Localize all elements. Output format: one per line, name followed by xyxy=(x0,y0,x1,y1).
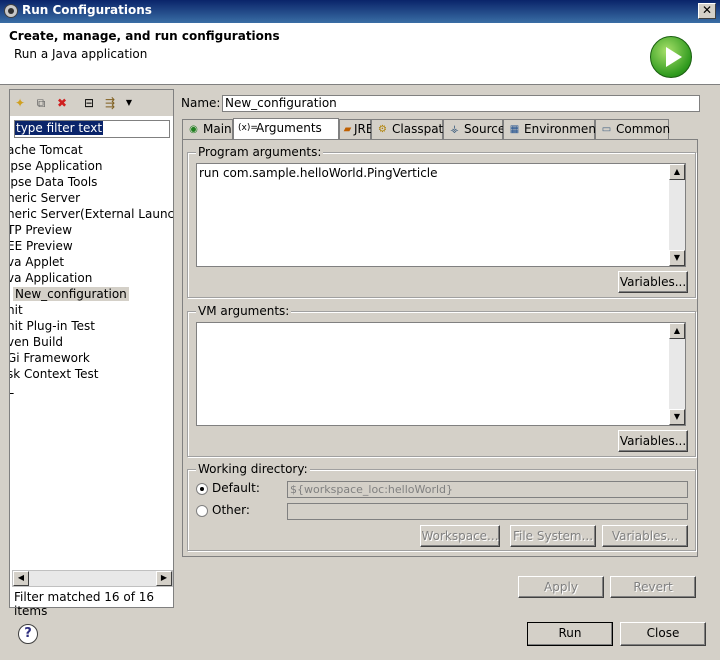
title-bar: Run Configurations xyxy=(0,0,720,23)
window-title: Run Configurations xyxy=(22,3,152,17)
tab-label: Environment xyxy=(524,122,601,136)
program-arguments-scrollbar[interactable]: ▲ ▼ xyxy=(669,164,685,266)
main-tab-icon: ◉ xyxy=(189,124,198,135)
scroll-up-icon[interactable]: ▲ xyxy=(669,164,685,180)
tree-item[interactable]: ipse Data Tools xyxy=(10,174,173,190)
tab-label: Source xyxy=(464,122,506,136)
filter-icon[interactable]: ⇶ xyxy=(103,96,117,110)
default-label: Default: xyxy=(212,481,260,495)
tree-item[interactable]: va Application xyxy=(10,270,173,286)
filter-text: type filter text xyxy=(15,121,104,135)
arguments-tab-icon: (x)= xyxy=(238,123,258,133)
environment-tab-icon: ▦ xyxy=(509,124,520,135)
name-label: Name: xyxy=(181,96,221,110)
tree-item[interactable]: ipse Application xyxy=(10,158,173,174)
program-arguments-text: run com.sample.helloWorld.PingVerticle xyxy=(199,166,438,180)
program-arguments-label: Program arguments: xyxy=(196,145,324,159)
tree-item[interactable]: va Applet xyxy=(10,254,173,270)
scroll-up-icon[interactable]: ▲ xyxy=(669,323,685,339)
collapse-all-icon[interactable]: ⊟ xyxy=(82,96,96,110)
arguments-tab-panel: Program arguments: run com.sample.helloW… xyxy=(182,139,698,557)
other-radio[interactable] xyxy=(196,505,208,517)
tree-item[interactable]: ache Tomcat xyxy=(10,142,173,158)
tab-label: Main xyxy=(203,122,232,136)
name-input[interactable]: New_configuration xyxy=(222,95,700,112)
vm-arguments-textarea[interactable]: ▲ ▼ xyxy=(196,322,686,426)
tree-item[interactable]: neric Server xyxy=(10,190,173,206)
workspace-button[interactable]: Workspace... xyxy=(420,525,500,547)
tree-item[interactable]: Gi Framework xyxy=(10,350,173,366)
other-directory-field[interactable] xyxy=(287,503,688,520)
scroll-right-icon[interactable]: ▶ xyxy=(156,571,172,586)
run-banner-icon xyxy=(650,36,692,78)
tab-environment[interactable]: ▦ Environment xyxy=(503,119,601,139)
eclipse-icon xyxy=(4,4,18,18)
vm-arguments-scrollbar[interactable]: ▲ ▼ xyxy=(669,323,685,425)
tree-item[interactable]: ven Build xyxy=(10,334,173,350)
workdir-variables-button[interactable]: Variables... xyxy=(602,525,688,547)
help-icon[interactable]: ? xyxy=(18,624,38,644)
working-directory-label: Working directory: xyxy=(196,462,310,476)
other-label: Other: xyxy=(212,503,250,517)
tree-item[interactable]: L xyxy=(10,382,173,398)
tab-classpath[interactable]: ⚙ Classpath xyxy=(371,119,451,139)
tree-item-selected-label: New_configuration xyxy=(13,287,129,301)
launch-config-tree-pane: ✦ ⧉ ✖ ⊟ ⇶ ▼ type filter text ache Tomcat… xyxy=(9,89,174,618)
new-launch-config-icon[interactable]: ✦ xyxy=(13,96,27,110)
tab-main[interactable]: ◉ Main xyxy=(182,119,233,139)
vm-arguments-label: VM arguments: xyxy=(196,304,292,318)
scroll-down-icon[interactable]: ▼ xyxy=(669,409,685,425)
filter-input[interactable]: type filter text xyxy=(14,120,170,138)
tab-jre[interactable]: ▰ JRE xyxy=(339,119,373,139)
filter-status: Filter matched 16 of 16 items xyxy=(14,590,155,618)
vm-variables-button[interactable]: Variables... xyxy=(618,430,688,452)
tree-item[interactable]: sk Context Test xyxy=(10,366,173,382)
common-tab-icon: ▭ xyxy=(601,124,612,135)
tree-item-selected[interactable]: New_configuration xyxy=(10,286,173,302)
duplicate-icon[interactable]: ⧉ xyxy=(34,96,48,110)
tab-source[interactable]: ⚶ Source xyxy=(443,119,506,139)
tab-label: Common xyxy=(616,122,671,136)
source-tab-icon: ⚶ xyxy=(450,124,459,135)
close-window-button[interactable]: ✕ xyxy=(698,3,716,19)
jre-tab-icon: ▰ xyxy=(343,124,352,135)
dropdown-arrow-icon[interactable]: ▼ xyxy=(122,96,136,110)
program-variables-button[interactable]: Variables... xyxy=(618,271,688,293)
tree-item[interactable]: neric Server(External Launch xyxy=(10,206,173,222)
tree-item[interactable]: nit Plug-in Test xyxy=(10,318,173,334)
vm-arguments-group: VM arguments: ▲ ▼ Variables... xyxy=(187,304,696,457)
header-title: Create, manage, and run configurations xyxy=(9,29,280,43)
header-subtitle: Run a Java application xyxy=(14,47,148,61)
tab-common[interactable]: ▭ Common xyxy=(595,119,671,139)
tree-item[interactable]: TP Preview xyxy=(10,222,173,238)
tree-item[interactable]: nit xyxy=(10,302,173,318)
apply-button[interactable]: Apply xyxy=(518,576,604,598)
tree-horizontal-scrollbar[interactable]: ◀ ▶ xyxy=(12,570,173,587)
config-tree: ache Tomcat ipse Application ipse Data T… xyxy=(10,142,173,398)
program-arguments-textarea[interactable]: run com.sample.helloWorld.PingVerticle ▲… xyxy=(196,163,686,267)
tree-item[interactable]: EE Preview xyxy=(10,238,173,254)
classpath-tab-icon: ⚙ xyxy=(378,124,387,135)
program-arguments-group: Program arguments: run com.sample.helloW… xyxy=(187,145,696,298)
default-radio[interactable] xyxy=(196,483,208,495)
dialog-header: Create, manage, and run configurations R… xyxy=(0,23,720,85)
delete-icon[interactable]: ✖ xyxy=(55,96,69,110)
revert-button[interactable]: Revert xyxy=(610,576,696,598)
config-tabs: ◉ Main (x)= Arguments ▰ JRE ⚙ Classpath ⚶ Sou… xyxy=(182,118,698,139)
tree-toolbar: ✦ ⧉ ✖ ⊟ ⇶ ▼ xyxy=(10,90,173,116)
run-button[interactable]: Run xyxy=(527,622,613,646)
scroll-left-icon[interactable]: ◀ xyxy=(13,571,29,586)
file-system-button[interactable]: File System... xyxy=(510,525,596,547)
tab-arguments[interactable]: (x)= Arguments xyxy=(233,118,339,139)
default-directory-field: ${workspace_loc:helloWorld} xyxy=(287,481,688,498)
scroll-down-icon[interactable]: ▼ xyxy=(669,250,685,266)
tab-label: Arguments xyxy=(256,121,322,135)
working-directory-group: Working directory: Default: ${workspace_… xyxy=(187,462,696,551)
close-button[interactable]: Close xyxy=(620,622,706,646)
